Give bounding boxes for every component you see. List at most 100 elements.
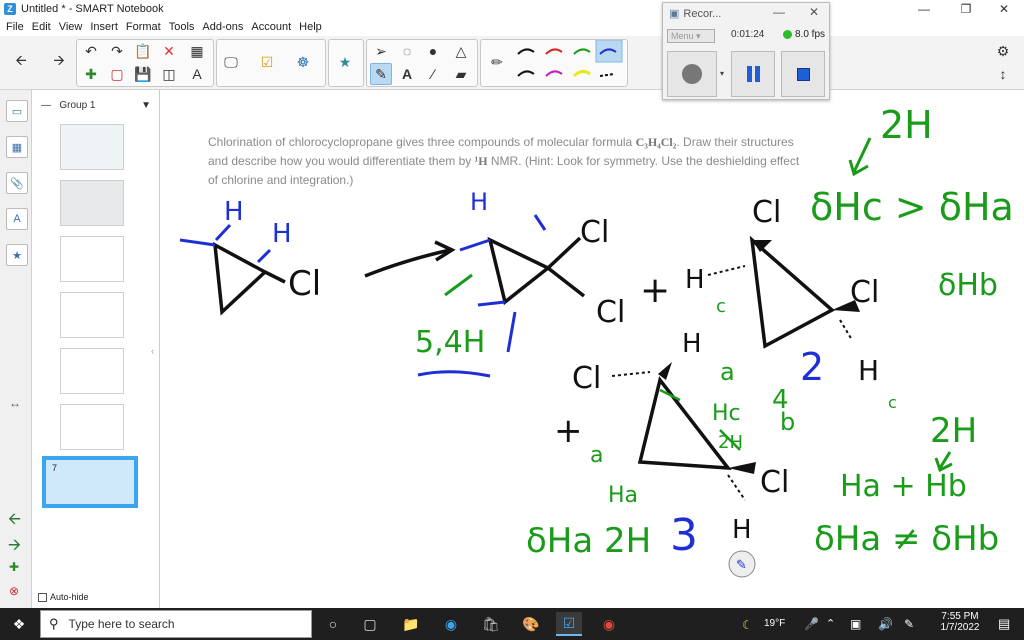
close-button[interactable]: ✕ xyxy=(984,0,1024,18)
eraser-icon[interactable]: ▰ xyxy=(450,63,472,85)
recorder-minimize-button[interactable]: — xyxy=(773,5,785,19)
stop-icon xyxy=(796,67,810,81)
resize-arrows-icon[interactable]: ↔ xyxy=(9,396,21,410)
ink-cl-3: Cl xyxy=(596,295,625,330)
menu-account[interactable]: Account xyxy=(249,21,297,33)
page-thumbnail-1[interactable] xyxy=(60,124,124,170)
menu-file[interactable]: File xyxy=(4,21,30,33)
taskbar-clock[interactable]: 7:55 PM 1/7/2022 xyxy=(936,611,984,633)
page-thumbnail-6[interactable] xyxy=(60,404,124,450)
page-thumbnail-5[interactable] xyxy=(60,348,124,394)
menu-addons[interactable]: Add-ons xyxy=(200,21,249,33)
text-resize-icon[interactable]: A xyxy=(186,63,208,85)
minimize-button[interactable]: — xyxy=(904,0,944,18)
clock-time: 7:55 PM xyxy=(941,611,979,622)
ink-2h-top: 2H xyxy=(880,103,933,147)
pause-button[interactable] xyxy=(731,51,775,97)
whiteboard-canvas[interactable]: Chlorination of chlorocyclopropane gives… xyxy=(160,90,1024,608)
paint-icon[interactable]: 🎨 xyxy=(518,612,544,636)
delete-page-icon[interactable]: ▢ xyxy=(106,63,128,85)
fill-bucket-icon[interactable]: △ xyxy=(450,40,472,62)
search-placeholder: Type here to search xyxy=(68,617,175,631)
paste-icon[interactable]: 📋 xyxy=(132,40,154,62)
menu-view[interactable]: View xyxy=(57,21,89,33)
page-thumbnail-7-selected[interactable]: 7 xyxy=(42,456,138,508)
addons-puzzle-icon[interactable]: ★ xyxy=(6,244,28,266)
gallery-icon[interactable]: ▦ xyxy=(6,136,28,158)
screen-shade-icon[interactable]: ◫ xyxy=(158,63,180,85)
task-view-icon[interactable]: ▢ xyxy=(357,612,383,636)
restore-button[interactable]: ❐ xyxy=(946,0,986,18)
recorder-elapsed-time: 0:01:24 xyxy=(731,29,765,40)
windows-start-icon[interactable]: ❖ xyxy=(6,612,32,636)
chrome-browser-icon[interactable]: ◉ xyxy=(596,612,622,636)
menu-insert[interactable]: Insert xyxy=(88,21,124,33)
panel-resize-handle[interactable]: ‹ xyxy=(151,346,154,356)
ink-label-a-1: a xyxy=(720,358,735,386)
cortana-icon[interactable]: ○ xyxy=(320,612,346,636)
add-page-icon[interactable]: ✚ xyxy=(80,63,102,85)
pen-swatches[interactable] xyxy=(514,40,624,86)
menu-bar: File Edit View Insert Format Tools Add-o… xyxy=(0,18,1024,36)
taskbar-search-box[interactable]: ⚲ Type here to search xyxy=(40,610,312,638)
clock-date: 1/7/2022 xyxy=(940,622,980,633)
page-sorter-icon[interactable]: ▭ xyxy=(6,100,28,122)
activity-builder-icon[interactable]: ☑ xyxy=(256,51,278,73)
weather-moon-icon[interactable]: ☾ xyxy=(742,618,753,632)
group-header[interactable]: — Group 1 ▼ xyxy=(41,100,151,111)
toolbar-move-icon[interactable]: ↕ xyxy=(992,63,1014,85)
recorder-menu-dropdown[interactable]: Menu ▾ xyxy=(667,29,715,43)
puzzle-icon[interactable]: ★ xyxy=(334,51,356,73)
record-options-dropdown[interactable]: ▾ xyxy=(717,51,727,97)
menu-help[interactable]: Help xyxy=(297,21,328,33)
page-thumbnail-4[interactable] xyxy=(60,292,124,338)
record-button[interactable] xyxy=(667,51,717,97)
line-icon[interactable]: ∕ xyxy=(422,63,444,85)
network-icon[interactable]: ▣ xyxy=(850,617,861,631)
text-icon[interactable]: A xyxy=(396,63,418,85)
file-explorer-icon[interactable]: 📁 xyxy=(398,612,424,636)
stop-button[interactable] xyxy=(781,51,825,97)
add-page-side-icon[interactable]: ✚ xyxy=(9,560,19,574)
ink-hc: Hc xyxy=(712,401,741,426)
next-page-side-icon[interactable]: 🡪 xyxy=(8,534,21,561)
pen-type-icon[interactable]: ✏ xyxy=(486,51,508,73)
menu-edit[interactable]: Edit xyxy=(30,21,57,33)
weather-temperature[interactable]: 19°F xyxy=(764,618,785,629)
prev-page-side-icon[interactable]: 🡨 xyxy=(8,508,21,535)
ink-ineq-top: δHc > δHa xyxy=(810,185,1014,229)
page-thumbnail-3[interactable] xyxy=(60,236,124,282)
document-camera-icon[interactable]: 🖵 xyxy=(220,51,242,73)
monster-icon[interactable]: ☸ xyxy=(292,51,314,73)
fill-icon[interactable]: ● xyxy=(422,40,444,62)
attachments-icon[interactable]: 📎 xyxy=(6,172,28,194)
menu-format[interactable]: Format xyxy=(124,21,167,33)
pens-icon[interactable]: ✎ xyxy=(370,63,392,85)
table-icon[interactable]: ▦ xyxy=(186,40,208,62)
volume-icon[interactable]: 🔊 xyxy=(878,617,893,631)
notification-center-icon[interactable]: ▤ xyxy=(998,616,1010,632)
recorder-close-button[interactable]: ✕ xyxy=(809,5,819,19)
auto-hide-toggle[interactable]: Auto-hide xyxy=(38,592,89,602)
properties-icon[interactable]: A xyxy=(6,208,28,230)
show-hidden-icons-icon[interactable]: ⌃ xyxy=(826,617,835,630)
edge-browser-icon[interactable]: ◉ xyxy=(438,612,464,636)
microphone-icon[interactable]: 🎤 xyxy=(804,617,819,631)
settings-gear-icon[interactable]: ⚙ xyxy=(992,40,1014,62)
menu-tools[interactable]: Tools xyxy=(167,21,201,33)
next-page-icon[interactable]: 🡪 xyxy=(48,51,70,73)
auto-hide-checkbox[interactable] xyxy=(38,592,47,602)
save-icon[interactable]: 💾 xyxy=(132,63,154,85)
smart-notebook-taskbar-icon[interactable]: ☑ xyxy=(556,612,582,636)
undo-icon[interactable]: ↶ xyxy=(80,40,102,62)
select-icon[interactable]: ➢ xyxy=(370,40,392,62)
redo-icon[interactable]: ↷ xyxy=(106,40,128,62)
pen-workspace-icon[interactable]: ✎ xyxy=(904,617,914,631)
shapes-icon[interactable]: ◌ xyxy=(396,40,418,62)
delete-page-side-icon[interactable]: ⊗ xyxy=(9,584,19,598)
store-icon[interactable]: 🛍 xyxy=(478,612,504,636)
previous-page-icon[interactable]: 🡨 xyxy=(10,51,32,73)
delete-icon[interactable]: ✕ xyxy=(158,40,180,62)
recorder-fps: 8.0 fps xyxy=(783,29,825,40)
page-thumbnail-2[interactable] xyxy=(60,180,124,226)
